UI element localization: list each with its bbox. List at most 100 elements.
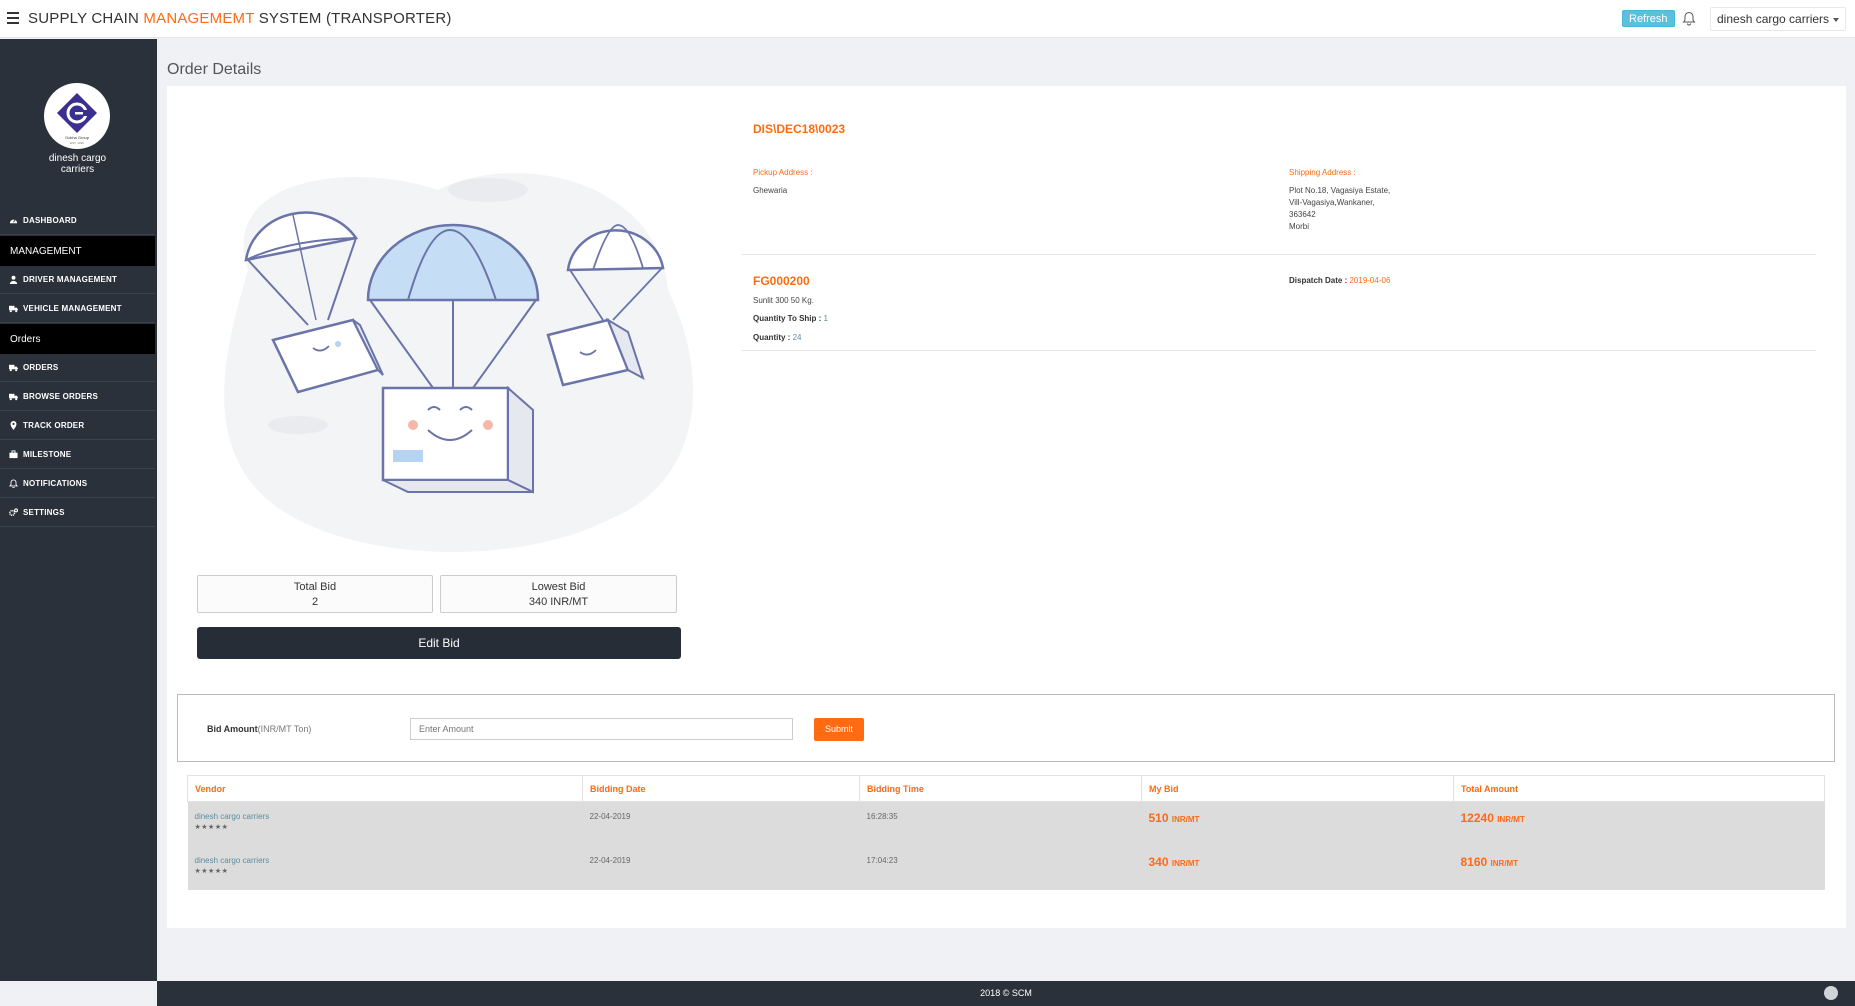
my-bid-unit: INR/MT [1171, 858, 1200, 868]
bid-amount-label-text: Bid Amount [207, 724, 258, 734]
quantity: Quantity : 24 [753, 333, 801, 342]
brand-line-2: carriers [60, 164, 95, 175]
sidebar-item-label: ORDERS [23, 363, 59, 372]
caret-down-icon [1833, 17, 1840, 22]
rating-stars: ★★★★★ [194, 824, 229, 831]
bell-icon [9, 479, 18, 488]
column-header-bidding-time: Bidding Time [859, 775, 1142, 802]
page-title: Order Details [167, 61, 262, 78]
bid-amount-label: Bid Amount(INR/MT Ton) [207, 724, 311, 734]
dispatch-date: Dispatch Date : 2019-04-06 [1289, 276, 1390, 285]
sidebar-item-orders[interactable]: ORDERS [0, 354, 155, 382]
quantity-to-ship: Quantity To Ship : 1 [753, 314, 828, 323]
quantity-value: 24 [792, 333, 802, 342]
truck-icon [9, 305, 18, 313]
table-row: dinesh cargo carriers ★★★★★ 22-04-2019 1… [187, 801, 1825, 846]
bidding-time-cell: 16:28:35 [859, 801, 1142, 846]
shipping-address-line: Plot No.18, Vagasiya Estate, [1289, 186, 1391, 195]
sidebar-item-vehicle-management[interactable]: VEHICLE MANAGEMENT [0, 295, 155, 323]
sidebar-item-milestone[interactable]: MILESTONE [0, 441, 155, 469]
bid-amount-input[interactable] [410, 718, 793, 740]
user-name: dinesh cargo carriers [1717, 12, 1830, 26]
column-header-my-bid: My Bid [1141, 775, 1454, 802]
quantity-to-ship-value: 1 [823, 314, 828, 323]
total-amount-cell: 12240 INR/MT [1453, 801, 1825, 846]
shipping-address-line: 363642 [1289, 210, 1316, 219]
truck-icon [9, 393, 18, 401]
user-icon [9, 275, 18, 284]
brand-line-1: dinesh cargo [48, 153, 107, 164]
rating-stars: ★★★★★ [194, 867, 229, 875]
total-amount-value: 8160 [1460, 854, 1488, 869]
bids-table: Vendor Bidding Date Bidding Time My Bid … [187, 775, 1825, 890]
vendor-cell: dinesh cargo carriers ★★★★★ [187, 801, 583, 846]
sidebar-item-notifications[interactable]: NOTIFICATIONS [0, 470, 155, 498]
bell-icon[interactable] [1682, 11, 1696, 26]
divider [742, 254, 1816, 255]
briefcase-icon [9, 450, 18, 459]
hamburger-icon[interactable] [7, 12, 19, 24]
shipping-address-value: Plot No.18, Vagasiya Estate, Vill-Vagasi… [1289, 185, 1390, 233]
dashboard-icon [9, 219, 18, 224]
sidebar-item-label: TRACK ORDER [23, 421, 85, 430]
dispatch-date-value: 2019-04-06 [1349, 276, 1391, 285]
app-title-accent: MANAGEMEMT [143, 10, 255, 27]
bidding-date-cell: 22-04-2019 [582, 845, 860, 890]
truck-icon [9, 364, 18, 372]
vendor-name: dinesh cargo carriers [194, 855, 270, 865]
product-code: FG000200 [753, 274, 810, 288]
refresh-button[interactable]: Refresh [1622, 10, 1675, 27]
lowest-bid-label: Lowest Bid [531, 581, 586, 593]
total-amount-cell: 8160 INR/MT [1453, 845, 1825, 890]
edit-bid-button[interactable]: Edit Bid [197, 627, 681, 659]
top-bar: SUPPLY CHAIN MANAGEMEMT SYSTEM (TRANSPOR… [0, 0, 1855, 38]
svg-text:EST. 1990: EST. 1990 [70, 141, 84, 145]
sidebar-item-label: SETTINGS [23, 508, 65, 517]
sidebar-section-label: Orders [10, 333, 41, 345]
total-bid-label: Total Bid [293, 581, 337, 593]
my-bid-cell: 510 INR/MT [1141, 801, 1454, 846]
lowest-bid-box: Lowest Bid 340 INR/MT [440, 575, 677, 613]
sidebar-item-driver-management[interactable]: DRIVER MANAGEMENT [0, 266, 155, 294]
bid-amount-unit: (INR/MT Ton) [257, 724, 312, 734]
sidebar-item-track-order[interactable]: TRACK ORDER [0, 412, 155, 440]
product-name: Sunlit 300 50 Kg. [753, 296, 814, 305]
sidebar-item-label: DRIVER MANAGEMENT [23, 275, 118, 284]
user-menu[interactable]: dinesh cargo carriers [1710, 7, 1847, 31]
svg-text:Gokha Group: Gokha Group [65, 135, 90, 140]
sidebar-item-label: BROWSE ORDERS [23, 392, 99, 401]
submit-bid-button[interactable]: Submit [814, 718, 864, 741]
sidebar-section-management: MANAGEMENT [0, 236, 155, 266]
dispatch-date-label: Dispatch Date : [1289, 276, 1348, 285]
column-header-total-amount: Total Amount [1453, 775, 1825, 802]
footer: 2018 © SCM [157, 981, 1855, 1006]
sidebar-item-settings[interactable]: SETTINGS [0, 499, 155, 527]
pickup-address-label: Pickup Address : [753, 168, 813, 177]
vendor-cell: dinesh cargo carriers ★★★★★ [187, 845, 583, 890]
table-header-row: Vendor Bidding Date Bidding Time My Bid … [187, 775, 1825, 802]
quantity-to-ship-label: Quantity To Ship : [753, 314, 822, 323]
shipping-address-line: Vill-Vagasiya,Wankaner, [1289, 198, 1375, 207]
sidebar-section-label: MANAGEMENT [10, 245, 82, 257]
vendor-name: dinesh cargo carriers [194, 812, 270, 821]
pickup-address-value: Ghewaria [753, 186, 788, 195]
column-header-bidding-date: Bidding Date [582, 775, 860, 802]
my-bid-cell: 340 INR/MT [1141, 845, 1454, 890]
app-title: SUPPLY CHAIN MANAGEMEMT SYSTEM (TRANSPOR… [28, 10, 452, 27]
sidebar-item-browse-orders[interactable]: BROWSE ORDERS [0, 383, 155, 411]
parachute-boxes-illustration [224, 173, 693, 553]
sidebar-item-dashboard[interactable]: DASHBOARD [0, 207, 155, 235]
app-title-suffix: SYSTEM (TRANSPORTER) [254, 10, 452, 27]
bidding-time-cell: 17:04:23 [859, 845, 1142, 890]
sidebar: Gokha Group EST. 1990 dinesh cargo carri… [0, 39, 157, 981]
sidebar-item-label: VEHICLE MANAGEMENT [23, 304, 122, 313]
my-bid-value: 510 [1148, 811, 1169, 825]
shipping-address-line: Morbi [1289, 222, 1310, 231]
brand-name: dinesh cargo carriers [0, 153, 155, 175]
lowest-bid-value: 340 INR/MT [528, 596, 589, 608]
sidebar-item-label: NOTIFICATIONS [23, 479, 88, 488]
sidebar-section-orders: Orders [0, 324, 155, 354]
scroll-to-top-button[interactable] [1824, 986, 1838, 1000]
map-marker-icon [10, 421, 17, 430]
quantity-label: Quantity : [753, 333, 791, 342]
